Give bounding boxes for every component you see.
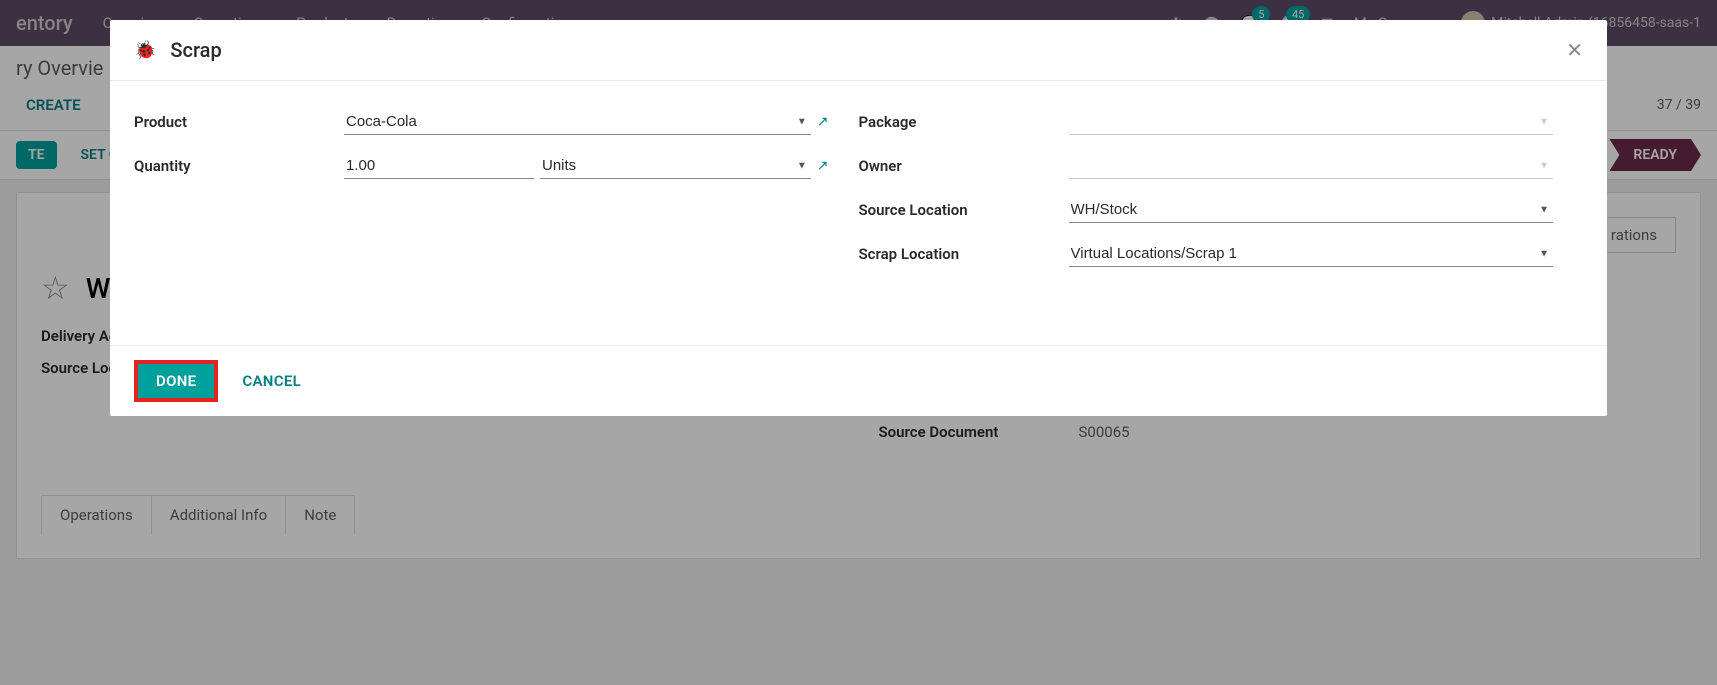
quantity-input[interactable] xyxy=(344,153,534,179)
modal-source-location-label: Source Location xyxy=(859,201,1069,219)
modal-header: 🐞 Scrap ✕ xyxy=(110,20,1607,81)
package-label: Package xyxy=(859,113,1069,131)
bug-icon[interactable]: 🐞 xyxy=(134,40,156,61)
modal-left-col: Product ▼ ↗ Quantity ▼ xyxy=(134,109,859,285)
product-label: Product xyxy=(134,113,344,131)
close-icon[interactable]: ✕ xyxy=(1566,38,1583,62)
scrap-modal: 🐞 Scrap ✕ Product ▼ ↗ Quantity xyxy=(110,20,1607,416)
done-button[interactable]: DONE xyxy=(134,360,218,402)
external-link-icon[interactable]: ↗ xyxy=(817,158,829,174)
owner-input[interactable] xyxy=(1069,153,1554,179)
modal-body: Product ▼ ↗ Quantity ▼ xyxy=(110,81,1607,345)
modal-right-col: Package ▼ Owner ▼ Source L xyxy=(859,109,1584,285)
quantity-unit-input[interactable] xyxy=(540,153,811,179)
modal-footer: DONE CANCEL xyxy=(110,345,1607,416)
scrap-location-label: Scrap Location xyxy=(859,245,1069,263)
modal-title: Scrap xyxy=(170,38,221,62)
quantity-label: Quantity xyxy=(134,157,344,175)
owner-label: Owner xyxy=(859,157,1069,175)
package-input[interactable] xyxy=(1069,109,1554,135)
product-input[interactable] xyxy=(344,109,811,135)
modal-source-location-input[interactable] xyxy=(1069,197,1554,223)
cancel-button[interactable]: CANCEL xyxy=(230,364,313,398)
scrap-location-input[interactable] xyxy=(1069,241,1554,267)
external-link-icon[interactable]: ↗ xyxy=(817,114,829,130)
